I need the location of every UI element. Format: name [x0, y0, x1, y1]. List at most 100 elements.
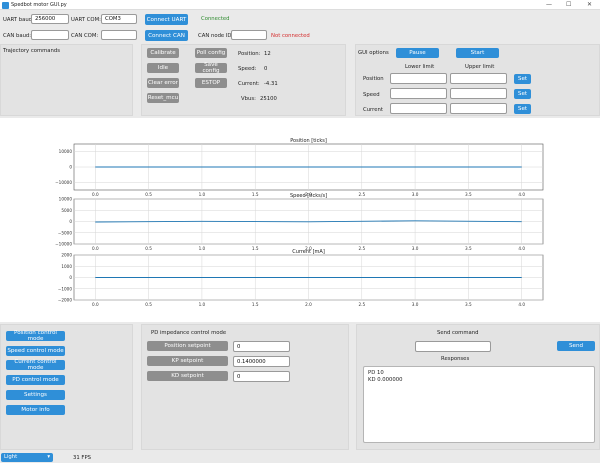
speed-lower-input[interactable] [390, 88, 447, 99]
send-title: Send command [437, 330, 479, 336]
x-tick-label: 1.0 [199, 192, 206, 197]
x-tick-label: 3.5 [465, 246, 472, 251]
start-button[interactable]: Start [456, 48, 499, 58]
position-readout-value: 12 [264, 51, 271, 57]
position-set-button[interactable]: Set [514, 74, 531, 84]
uart-baud-input[interactable]: 256000 [31, 14, 69, 24]
speed-upper-input[interactable] [450, 88, 507, 99]
kp-setpoint-input[interactable]: 0.1400000 [233, 356, 290, 367]
commands-panel: Calibrate Idle Clear error Reset_mcu Pol… [141, 44, 346, 116]
current-lower-input[interactable] [390, 103, 447, 114]
can-node-label: CAN node ID: [198, 33, 234, 39]
y-tick-label: 5000 [61, 208, 72, 213]
pd-control-mode-button[interactable]: PD control mode [6, 375, 65, 385]
close-icon[interactable]: ✕ [587, 1, 592, 8]
send-panel: Send command Send Responses PD 10 KD 0.0… [356, 324, 600, 450]
plots-svg: Position [ticks] 0.0 0.5 1.0 1.5 2.0 2.5 3.0 3.5… [55, 138, 544, 307]
position-upper-input[interactable] [450, 73, 507, 84]
x-tick-label: 1.0 [199, 302, 206, 307]
response-line: KD 0.000000 [368, 377, 403, 383]
current-readout-label: Current: [238, 81, 260, 87]
x-tick-label: 0.0 [92, 192, 99, 197]
current-upper-input[interactable] [450, 103, 507, 114]
y-tick-label: 1000 [61, 264, 72, 269]
connect-can-button[interactable]: Connect CAN [145, 30, 188, 41]
send-command-input[interactable] [415, 341, 491, 352]
can-status: Not connected [271, 33, 310, 39]
y-tick-label: 0 [69, 275, 72, 280]
idle-button[interactable]: Idle [147, 63, 179, 73]
pd-title: PD impedance control mode [151, 330, 227, 336]
position-lower-input[interactable] [390, 73, 447, 84]
current-set-button[interactable]: Set [514, 104, 531, 114]
app-icon [2, 1, 9, 9]
minimize-icon[interactable]: — [546, 1, 552, 8]
uart-baud-label: UART baud: [3, 17, 34, 23]
reset-mcu-button[interactable]: Reset_mcu [147, 93, 179, 103]
x-tick-label: 3.5 [465, 302, 472, 307]
responses-box[interactable]: PD 10 KD 0.000000 [363, 366, 595, 443]
x-tick-label: 2.0 [305, 302, 312, 307]
trajectory-title: Trajectory commands [3, 48, 61, 54]
can-baud-input[interactable] [31, 30, 69, 40]
y-tick-label: −10000 [55, 180, 72, 185]
calibrate-button[interactable]: Calibrate [147, 48, 179, 58]
x-tick-label: 2.5 [358, 246, 365, 251]
modes-panel: Position control mode Speed control mode… [0, 324, 133, 450]
x-tick-label: 2.5 [358, 302, 365, 307]
clear-error-button[interactable]: Clear error [147, 78, 179, 88]
position-setpoint-button[interactable]: Position setpoint [147, 341, 228, 351]
y-tick-label: 10000 [59, 197, 73, 202]
title-bar: Spedbot motor GUI.py — ☐ ✕ [0, 0, 600, 10]
x-tick-label: 1.5 [252, 246, 259, 251]
position-setpoint-input[interactable]: 0 [233, 341, 290, 352]
pause-button[interactable]: Pause [396, 48, 439, 58]
lower-limit-label: Lower limit [405, 64, 435, 70]
x-tick-label: 1.5 [252, 192, 259, 197]
kd-setpoint-input[interactable]: 0 [233, 371, 290, 382]
x-tick-label: 0.0 [92, 302, 99, 307]
x-tick-label: 3.0 [412, 192, 419, 197]
theme-select[interactable]: Light ▾ [1, 453, 53, 462]
uart-com-label: UART COM: [71, 17, 101, 23]
settings-button[interactable]: Settings [6, 390, 65, 400]
speed-limit-label: Speed [363, 92, 380, 98]
x-tick-label: 3.0 [412, 302, 419, 307]
estop-button[interactable]: ESTOP [195, 78, 227, 88]
y-tick-label: 10000 [59, 149, 73, 154]
position-control-mode-button[interactable]: Position control mode [6, 330, 65, 342]
gui-options-title: GUI options [358, 50, 389, 56]
x-tick-label: 1.5 [252, 302, 259, 307]
vbus-readout-value: 25100 [260, 96, 277, 102]
connect-uart-button[interactable]: Connect UART [145, 14, 188, 25]
can-node-input[interactable] [231, 30, 267, 40]
can-baud-label: CAN baud: [3, 33, 32, 39]
y-tick-label: −10000 [55, 242, 72, 247]
pd-panel: PD impedance control mode Position setpo… [141, 324, 349, 450]
speed-set-button[interactable]: Set [514, 89, 531, 99]
x-tick-label: 2.5 [358, 192, 365, 197]
uart-com-input[interactable]: COM3 [101, 14, 137, 24]
chart-title: Speed [ticks/s] [290, 193, 327, 199]
send-button[interactable]: Send [557, 341, 595, 351]
motor-info-button[interactable]: Motor info [6, 405, 65, 415]
connection-bar: UART baud: 256000 UART COM: COM3 Connect… [0, 10, 600, 43]
kd-setpoint-button[interactable]: KD setpoint [147, 371, 228, 381]
x-tick-label: 0.5 [145, 192, 152, 197]
speed-control-mode-button[interactable]: Speed control mode [6, 346, 65, 356]
poll-config-button[interactable]: Poll config [195, 48, 227, 58]
can-com-input[interactable] [101, 30, 137, 40]
save-config-button[interactable]: Save config [195, 62, 227, 74]
x-tick-label: 4.0 [518, 192, 525, 197]
uart-status: Connected [201, 16, 230, 22]
plot-area: Position [ticks] 0.0 0.5 1.0 1.5 2.0 2.5 3.0 3.5… [0, 118, 600, 322]
current-readout-value: -4.31 [264, 81, 278, 87]
kp-setpoint-button[interactable]: KP setpoint [147, 356, 228, 366]
maximize-icon[interactable]: ☐ [566, 1, 571, 8]
chart-title: Position [ticks] [290, 138, 327, 144]
fps-label: 31 FPS [73, 455, 92, 461]
current-limit-label: Current [363, 107, 383, 113]
x-tick-label: 1.0 [199, 246, 206, 251]
window-title: Spedbot motor GUI.py [11, 2, 67, 8]
current-control-mode-button[interactable]: Current control mode [6, 359, 65, 371]
